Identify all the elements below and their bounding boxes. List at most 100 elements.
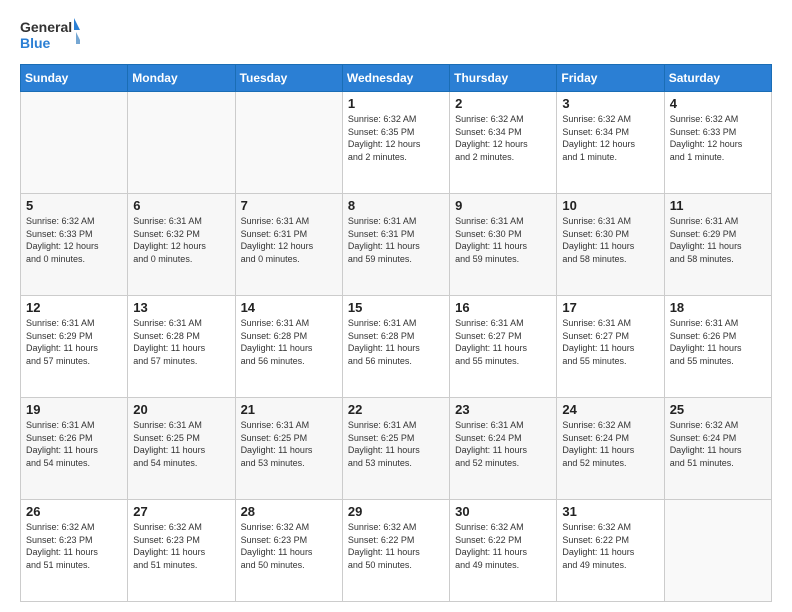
calendar-cell: 9 Sunrise: 6:31 AM Sunset: 6:30 PM Daylig… [450,194,557,296]
day-info: Sunrise: 6:31 AM Sunset: 6:28 PM Dayligh… [133,317,229,367]
day-number: 11 [670,198,766,213]
calendar-cell: 5 Sunrise: 6:32 AM Sunset: 6:33 PM Daylig… [21,194,128,296]
calendar-cell: 16 Sunrise: 6:31 AM Sunset: 6:27 PM Dayli… [450,296,557,398]
calendar-header-tuesday: Tuesday [235,65,342,92]
calendar-cell: 3 Sunrise: 6:32 AM Sunset: 6:34 PM Daylig… [557,92,664,194]
day-number: 30 [455,504,551,519]
calendar-week-5: 26 Sunrise: 6:32 AM Sunset: 6:23 PM Dayli… [21,500,772,602]
day-number: 6 [133,198,229,213]
day-number: 2 [455,96,551,111]
day-number: 26 [26,504,122,519]
calendar-cell: 4 Sunrise: 6:32 AM Sunset: 6:33 PM Daylig… [664,92,771,194]
day-number: 20 [133,402,229,417]
day-info: Sunrise: 6:31 AM Sunset: 6:30 PM Dayligh… [562,215,658,265]
calendar-cell: 10 Sunrise: 6:31 AM Sunset: 6:30 PM Dayli… [557,194,664,296]
calendar-header-wednesday: Wednesday [342,65,449,92]
day-number: 14 [241,300,337,315]
day-info: Sunrise: 6:31 AM Sunset: 6:28 PM Dayligh… [241,317,337,367]
day-number: 10 [562,198,658,213]
calendar-cell: 18 Sunrise: 6:31 AM Sunset: 6:26 PM Dayli… [664,296,771,398]
day-number: 19 [26,402,122,417]
day-info: Sunrise: 6:32 AM Sunset: 6:35 PM Dayligh… [348,113,444,163]
calendar-cell: 25 Sunrise: 6:32 AM Sunset: 6:24 PM Dayli… [664,398,771,500]
day-info: Sunrise: 6:31 AM Sunset: 6:27 PM Dayligh… [455,317,551,367]
day-info: Sunrise: 6:32 AM Sunset: 6:34 PM Dayligh… [562,113,658,163]
day-number: 24 [562,402,658,417]
calendar-cell: 26 Sunrise: 6:32 AM Sunset: 6:23 PM Dayli… [21,500,128,602]
day-number: 21 [241,402,337,417]
calendar-cell [235,92,342,194]
logo: General Blue [20,16,80,54]
calendar-week-1: 1 Sunrise: 6:32 AM Sunset: 6:35 PM Daylig… [21,92,772,194]
day-number: 18 [670,300,766,315]
calendar-week-4: 19 Sunrise: 6:31 AM Sunset: 6:26 PM Dayli… [21,398,772,500]
day-number: 12 [26,300,122,315]
day-info: Sunrise: 6:31 AM Sunset: 6:30 PM Dayligh… [455,215,551,265]
calendar-header-saturday: Saturday [664,65,771,92]
day-info: Sunrise: 6:31 AM Sunset: 6:24 PM Dayligh… [455,419,551,469]
day-info: Sunrise: 6:32 AM Sunset: 6:24 PM Dayligh… [670,419,766,469]
day-info: Sunrise: 6:32 AM Sunset: 6:22 PM Dayligh… [348,521,444,571]
calendar-cell: 27 Sunrise: 6:32 AM Sunset: 6:23 PM Dayli… [128,500,235,602]
day-info: Sunrise: 6:32 AM Sunset: 6:33 PM Dayligh… [670,113,766,163]
calendar-week-3: 12 Sunrise: 6:31 AM Sunset: 6:29 PM Dayli… [21,296,772,398]
day-info: Sunrise: 6:31 AM Sunset: 6:27 PM Dayligh… [562,317,658,367]
day-info: Sunrise: 6:31 AM Sunset: 6:31 PM Dayligh… [348,215,444,265]
day-number: 13 [133,300,229,315]
day-info: Sunrise: 6:32 AM Sunset: 6:23 PM Dayligh… [26,521,122,571]
day-number: 3 [562,96,658,111]
day-number: 15 [348,300,444,315]
day-info: Sunrise: 6:31 AM Sunset: 6:26 PM Dayligh… [670,317,766,367]
calendar-cell: 13 Sunrise: 6:31 AM Sunset: 6:28 PM Dayli… [128,296,235,398]
day-info: Sunrise: 6:32 AM Sunset: 6:23 PM Dayligh… [241,521,337,571]
day-info: Sunrise: 6:31 AM Sunset: 6:25 PM Dayligh… [133,419,229,469]
calendar-cell: 23Sunrise: 6:31 AM Sunset: 6:24 PM Dayli… [450,398,557,500]
page: General Blue SundayMondayTuesdayWednesda… [0,0,792,612]
day-number: 1 [348,96,444,111]
calendar-header-row: SundayMondayTuesdayWednesdayThursdayFrid… [21,65,772,92]
calendar-cell: 8 Sunrise: 6:31 AM Sunset: 6:31 PM Daylig… [342,194,449,296]
calendar-cell: 22Sunrise: 6:31 AM Sunset: 6:25 PM Dayli… [342,398,449,500]
calendar-cell: 11 Sunrise: 6:31 AM Sunset: 6:29 PM Dayli… [664,194,771,296]
calendar-cell: 17Sunrise: 6:31 AM Sunset: 6:27 PM Dayli… [557,296,664,398]
calendar-cell: 20 Sunrise: 6:31 AM Sunset: 6:25 PM Dayli… [128,398,235,500]
calendar-header-thursday: Thursday [450,65,557,92]
calendar-cell: 7 Sunrise: 6:31 AM Sunset: 6:31 PM Daylig… [235,194,342,296]
day-number: 7 [241,198,337,213]
calendar-cell: 29 Sunrise: 6:32 AM Sunset: 6:22 PM Dayli… [342,500,449,602]
calendar-cell [664,500,771,602]
day-number: 16 [455,300,551,315]
day-number: 25 [670,402,766,417]
day-number: 4 [670,96,766,111]
day-number: 27 [133,504,229,519]
calendar-cell: 28 Sunrise: 6:32 AM Sunset: 6:23 PM Dayli… [235,500,342,602]
day-info: Sunrise: 6:31 AM Sunset: 6:31 PM Dayligh… [241,215,337,265]
day-info: Sunrise: 6:32 AM Sunset: 6:33 PM Dayligh… [26,215,122,265]
calendar-week-2: 5 Sunrise: 6:32 AM Sunset: 6:33 PM Daylig… [21,194,772,296]
day-info: Sunrise: 6:32 AM Sunset: 6:34 PM Dayligh… [455,113,551,163]
day-number: 5 [26,198,122,213]
day-number: 8 [348,198,444,213]
day-number: 28 [241,504,337,519]
day-info: Sunrise: 6:31 AM Sunset: 6:32 PM Dayligh… [133,215,229,265]
day-info: Sunrise: 6:31 AM Sunset: 6:29 PM Dayligh… [26,317,122,367]
day-info: Sunrise: 6:32 AM Sunset: 6:24 PM Dayligh… [562,419,658,469]
calendar-cell: 2 Sunrise: 6:32 AM Sunset: 6:34 PM Daylig… [450,92,557,194]
calendar-cell [128,92,235,194]
day-info: Sunrise: 6:31 AM Sunset: 6:28 PM Dayligh… [348,317,444,367]
calendar-cell: 19 Sunrise: 6:31 AM Sunset: 6:26 PM Dayli… [21,398,128,500]
svg-text:General: General [20,19,72,35]
calendar-cell: 30Sunrise: 6:32 AM Sunset: 6:22 PM Dayli… [450,500,557,602]
calendar-header-friday: Friday [557,65,664,92]
day-number: 29 [348,504,444,519]
day-info: Sunrise: 6:32 AM Sunset: 6:23 PM Dayligh… [133,521,229,571]
calendar-cell: 6 Sunrise: 6:31 AM Sunset: 6:32 PM Daylig… [128,194,235,296]
day-number: 9 [455,198,551,213]
calendar-cell: 24 Sunrise: 6:32 AM Sunset: 6:24 PM Dayli… [557,398,664,500]
calendar-table: SundayMondayTuesdayWednesdayThursdayFrid… [20,64,772,602]
day-info: Sunrise: 6:31 AM Sunset: 6:25 PM Dayligh… [241,419,337,469]
day-number: 31 [562,504,658,519]
calendar-cell: 15 Sunrise: 6:31 AM Sunset: 6:28 PM Dayli… [342,296,449,398]
day-info: Sunrise: 6:31 AM Sunset: 6:26 PM Dayligh… [26,419,122,469]
day-info: Sunrise: 6:31 AM Sunset: 6:29 PM Dayligh… [670,215,766,265]
